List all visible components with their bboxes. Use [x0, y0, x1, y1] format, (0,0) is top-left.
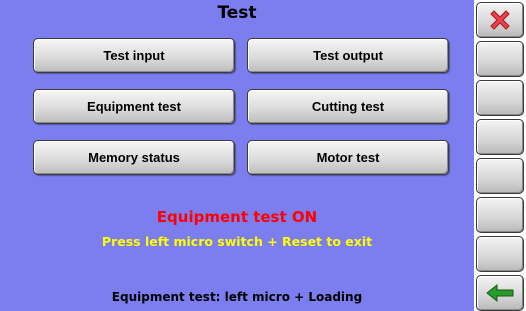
side-button-7[interactable]: [476, 236, 524, 272]
memory-status-button[interactable]: Memory status: [33, 140, 235, 175]
cutting-test-button[interactable]: Cutting test: [247, 89, 449, 124]
motor-test-button[interactable]: Motor test: [247, 140, 449, 175]
main-panel: Test Test input Test output Equipment te…: [0, 0, 474, 311]
close-icon: [487, 7, 513, 33]
back-arrow-icon: [485, 283, 515, 303]
side-button-4[interactable]: [476, 119, 524, 155]
footer-hint: Equipment test: left micro + Loading: [111, 290, 363, 304]
exit-instructions: Press left micro switch + Reset to exit: [101, 234, 373, 249]
close-button[interactable]: [476, 2, 524, 38]
side-toolbar: [474, 0, 526, 311]
back-button[interactable]: [476, 275, 524, 311]
test-input-button[interactable]: Test input: [33, 38, 235, 73]
equipment-test-button[interactable]: Equipment test: [33, 89, 235, 124]
side-button-2[interactable]: [476, 41, 524, 77]
page-title: Test: [217, 3, 257, 23]
side-button-5[interactable]: [476, 158, 524, 194]
side-button-6[interactable]: [476, 197, 524, 233]
side-button-3[interactable]: [476, 80, 524, 116]
test-output-button[interactable]: Test output: [247, 38, 449, 73]
equipment-test-status: Equipment test ON: [156, 208, 318, 226]
test-screen: Test Test input Test output Equipment te…: [0, 0, 526, 311]
